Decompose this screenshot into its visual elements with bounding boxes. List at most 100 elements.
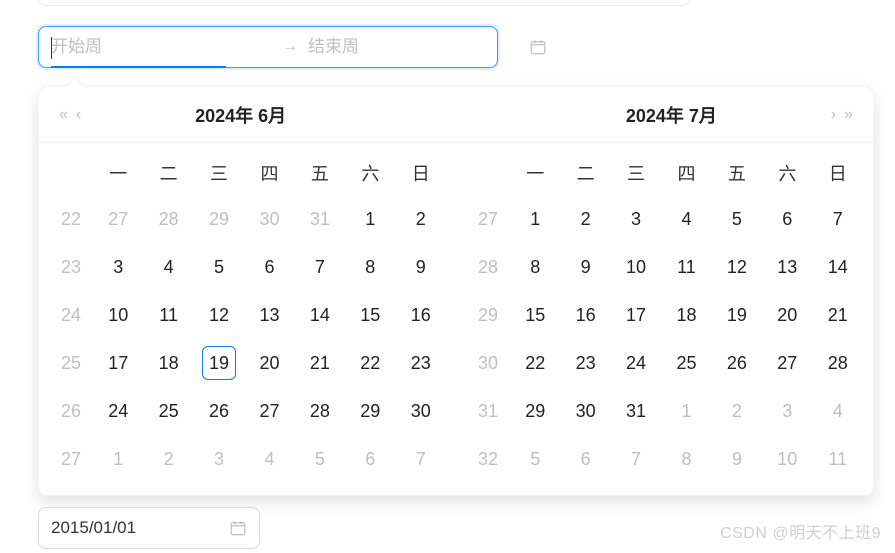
week-row[interactable]: 32567891011 — [466, 435, 863, 483]
day-cell[interactable]: 10 — [93, 291, 143, 339]
day-cell[interactable]: 30 — [560, 387, 610, 435]
day-cell[interactable]: 6 — [345, 435, 395, 483]
day-cell[interactable]: 20 — [762, 291, 812, 339]
day-cell[interactable]: 16 — [560, 291, 610, 339]
day-cell[interactable]: 4 — [813, 387, 863, 435]
week-row[interactable]: 2517181920212223 — [49, 339, 446, 387]
day-cell[interactable]: 21 — [295, 339, 345, 387]
day-cell[interactable]: 16 — [396, 291, 446, 339]
day-cell[interactable]: 5 — [712, 195, 762, 243]
day-cell[interactable]: 15 — [510, 291, 560, 339]
day-cell[interactable]: 9 — [396, 243, 446, 291]
day-cell[interactable]: 2 — [396, 195, 446, 243]
day-cell[interactable]: 19 — [194, 339, 244, 387]
day-cell[interactable]: 11 — [143, 291, 193, 339]
day-cell[interactable]: 29 — [194, 195, 244, 243]
day-cell[interactable]: 21 — [813, 291, 863, 339]
day-cell[interactable]: 5 — [194, 243, 244, 291]
day-cell[interactable]: 30 — [396, 387, 446, 435]
day-cell[interactable]: 18 — [143, 339, 193, 387]
day-cell[interactable]: 2 — [560, 195, 610, 243]
day-cell[interactable]: 12 — [194, 291, 244, 339]
day-cell[interactable]: 27 — [244, 387, 294, 435]
day-cell[interactable]: 3 — [93, 243, 143, 291]
day-cell[interactable]: 29 — [510, 387, 560, 435]
week-row[interactable]: 271234567 — [466, 195, 863, 243]
day-cell[interactable]: 13 — [244, 291, 294, 339]
day-cell[interactable]: 25 — [661, 339, 711, 387]
week-row[interactable]: 2624252627282930 — [49, 387, 446, 435]
day-cell[interactable]: 1 — [93, 435, 143, 483]
day-cell[interactable]: 8 — [661, 435, 711, 483]
day-cell[interactable]: 5 — [510, 435, 560, 483]
week-row[interactable]: 22272829303112 — [49, 195, 446, 243]
day-cell[interactable]: 4 — [143, 243, 193, 291]
day-cell[interactable]: 4 — [244, 435, 294, 483]
day-cell[interactable]: 26 — [712, 339, 762, 387]
day-cell[interactable]: 14 — [295, 291, 345, 339]
day-cell[interactable]: 23 — [560, 339, 610, 387]
day-cell[interactable]: 11 — [661, 243, 711, 291]
day-cell[interactable]: 24 — [611, 339, 661, 387]
day-cell[interactable]: 1 — [661, 387, 711, 435]
day-cell[interactable]: 20 — [244, 339, 294, 387]
day-cell[interactable]: 23 — [396, 339, 446, 387]
day-cell[interactable]: 2 — [143, 435, 193, 483]
day-cell[interactable]: 5 — [295, 435, 345, 483]
week-row[interactable]: 28891011121314 — [466, 243, 863, 291]
day-cell[interactable]: 26 — [194, 387, 244, 435]
day-cell[interactable]: 8 — [510, 243, 560, 291]
day-cell[interactable]: 6 — [244, 243, 294, 291]
day-cell[interactable]: 24 — [93, 387, 143, 435]
end-week-input[interactable] — [308, 37, 529, 57]
day-cell[interactable]: 10 — [611, 243, 661, 291]
day-cell[interactable]: 15 — [345, 291, 395, 339]
week-row[interactable]: 312930311234 — [466, 387, 863, 435]
day-cell[interactable]: 8 — [345, 243, 395, 291]
day-cell[interactable]: 29 — [345, 387, 395, 435]
day-cell[interactable]: 1 — [510, 195, 560, 243]
day-cell[interactable]: 7 — [295, 243, 345, 291]
day-cell[interactable]: 14 — [813, 243, 863, 291]
day-cell[interactable]: 17 — [93, 339, 143, 387]
date-picker[interactable]: 2015/01/01 — [38, 507, 260, 549]
day-cell[interactable]: 17 — [611, 291, 661, 339]
right-month-title[interactable]: 2024年 7月 — [516, 102, 827, 128]
day-cell[interactable]: 4 — [661, 195, 711, 243]
week-row[interactable]: 3022232425262728 — [466, 339, 863, 387]
week-row[interactable]: 2915161718192021 — [466, 291, 863, 339]
day-cell[interactable]: 9 — [560, 243, 610, 291]
week-range-picker[interactable]: → — [38, 26, 498, 68]
day-cell[interactable]: 31 — [295, 195, 345, 243]
next-month-button[interactable]: › — [827, 106, 840, 124]
day-cell[interactable]: 18 — [661, 291, 711, 339]
start-week-input[interactable] — [51, 37, 272, 57]
day-cell[interactable]: 1 — [345, 195, 395, 243]
day-cell[interactable]: 7 — [611, 435, 661, 483]
week-row[interactable]: 271234567 — [49, 435, 446, 483]
next-year-button[interactable]: » — [840, 106, 857, 124]
day-cell[interactable]: 6 — [560, 435, 610, 483]
day-cell[interactable]: 10 — [762, 435, 812, 483]
day-cell[interactable]: 19 — [712, 291, 762, 339]
day-cell[interactable]: 2 — [712, 387, 762, 435]
day-cell[interactable]: 28 — [295, 387, 345, 435]
left-month-title[interactable]: 2024年 6月 — [85, 102, 396, 128]
day-cell[interactable]: 25 — [143, 387, 193, 435]
day-cell[interactable]: 3 — [611, 195, 661, 243]
day-cell[interactable]: 28 — [813, 339, 863, 387]
day-cell[interactable]: 22 — [345, 339, 395, 387]
week-row[interactable]: 233456789 — [49, 243, 446, 291]
day-cell[interactable]: 3 — [194, 435, 244, 483]
day-cell[interactable]: 31 — [611, 387, 661, 435]
day-cell[interactable]: 27 — [762, 339, 812, 387]
week-row[interactable]: 2410111213141516 — [49, 291, 446, 339]
day-cell[interactable]: 12 — [712, 243, 762, 291]
day-cell[interactable]: 6 — [762, 195, 812, 243]
day-cell[interactable]: 22 — [510, 339, 560, 387]
day-cell[interactable]: 11 — [813, 435, 863, 483]
day-cell[interactable]: 28 — [143, 195, 193, 243]
day-cell[interactable]: 13 — [762, 243, 812, 291]
day-cell[interactable]: 27 — [93, 195, 143, 243]
day-cell[interactable]: 7 — [813, 195, 863, 243]
